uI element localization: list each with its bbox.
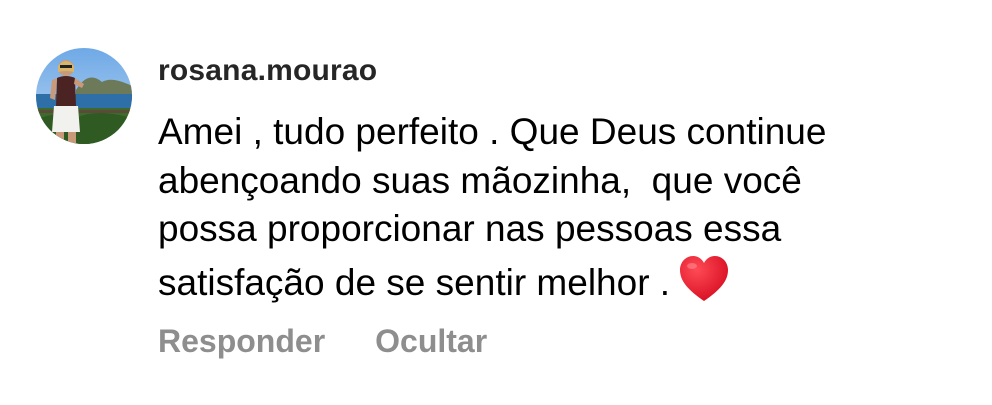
comment-item: rosana.mourao Amei , tudo perfeito . Que… — [0, 0, 992, 405]
comment-text: Amei , tudo perfeito . Que Deus continue… — [158, 108, 958, 307]
comment-text-line: Amei , tudo perfeito . Que Deus continue — [158, 111, 827, 152]
comment-text-line: abençoando suas mãozinha, que você — [158, 159, 802, 201]
comment-actions: Responder Ocultar — [158, 322, 487, 360]
avatar-photo — [36, 48, 132, 144]
avatar[interactable] — [36, 48, 132, 144]
username[interactable]: rosana.mourao — [158, 53, 377, 89]
comment-text-line: possa proporcionar nas pessoas essa — [158, 208, 782, 249]
hide-button[interactable]: Ocultar — [375, 322, 487, 360]
red-heart-icon — [680, 255, 729, 301]
reply-button[interactable]: Responder — [158, 322, 325, 360]
comment-text-line: satisfação de se sentir melhor . — [158, 261, 671, 303]
